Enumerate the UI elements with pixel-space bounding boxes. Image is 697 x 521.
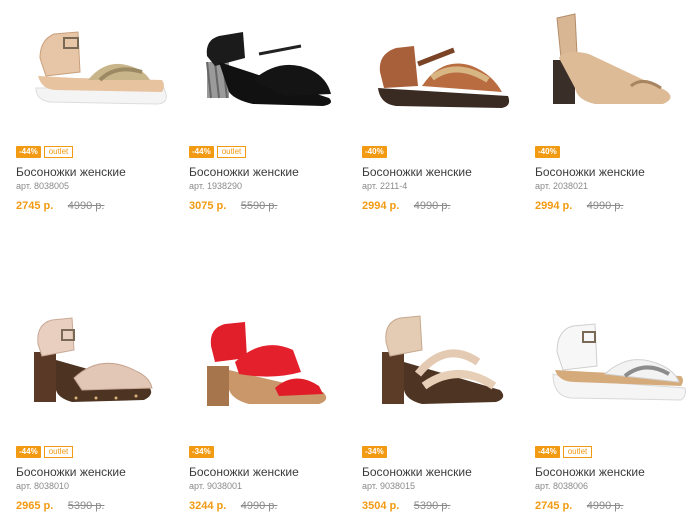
badge-group: -34%	[362, 446, 387, 458]
price-row: 2994 р. 4990 р.	[362, 196, 450, 214]
product-sku: арт. 2038021	[535, 181, 588, 191]
discount-badge: -44%	[16, 146, 41, 158]
discount-badge: -40%	[362, 146, 387, 158]
product-title[interactable]: Босоножки женские	[16, 165, 126, 179]
badge-group: -34%	[189, 446, 214, 458]
old-price: 4990 р.	[67, 200, 105, 212]
product-card[interactable]: -34% Босоножки женские арт. 9038015 3504…	[362, 300, 527, 512]
product-card[interactable]: -44% outlet Босоножки женские арт. 80380…	[16, 300, 181, 512]
old-price: 4990 р.	[240, 500, 278, 512]
outlet-badge: outlet	[43, 446, 74, 458]
current-price: 3075 р.	[189, 200, 227, 212]
badge-group: -44% outlet	[535, 446, 593, 458]
current-price: 3244 р.	[189, 500, 227, 512]
outlet-badge: outlet	[216, 146, 247, 158]
product-sku: арт. 2211-4	[362, 181, 408, 191]
badge-group: -44% outlet	[189, 146, 247, 158]
product-card[interactable]: -44% outlet Босоножки женские арт. 19382…	[189, 0, 354, 212]
current-price: 2994 р.	[362, 200, 400, 212]
price-row: 2965 р. 5390 р.	[16, 496, 104, 514]
product-sku: арт. 1938290	[189, 181, 242, 191]
product-title[interactable]: Босоножки женские	[362, 465, 472, 479]
product-card[interactable]: -40% Босоножки женские арт. 2038021 2994…	[535, 0, 697, 212]
price-row: 2994 р. 4990 р.	[535, 196, 623, 214]
price-row: 2745 р. 4990 р.	[535, 496, 623, 514]
product-card[interactable]: -44% outlet Босоножки женские арт. 80380…	[535, 300, 697, 512]
product-card[interactable]: -44% outlet Босоножки женские арт. 80380…	[16, 0, 181, 212]
product-title[interactable]: Босоножки женские	[535, 165, 645, 179]
product-title[interactable]: Босоножки женские	[362, 165, 472, 179]
product-title[interactable]: Босоножки женские	[189, 165, 299, 179]
product-sku: арт. 9038001	[189, 481, 242, 491]
product-card[interactable]: -40% Босоножки женские арт. 2211-4 2994 …	[362, 0, 527, 212]
current-price: 2965 р.	[16, 500, 54, 512]
discount-badge: -44%	[189, 146, 214, 158]
price-row: 3504 р. 5390 р.	[362, 496, 450, 514]
product-sku: арт. 9038015	[362, 481, 415, 491]
beige-cross-strap-sandal-icon[interactable]	[362, 300, 527, 430]
discount-badge: -44%	[535, 446, 560, 458]
outlet-badge: outlet	[43, 146, 74, 158]
old-price: 4990 р.	[413, 200, 451, 212]
discount-badge: -34%	[189, 446, 214, 458]
red-heel-sandal-icon[interactable]	[189, 300, 354, 430]
beige-wedge-sandal-icon[interactable]	[16, 0, 181, 130]
badge-group: -40%	[535, 146, 560, 158]
old-price: 5590 р.	[240, 200, 278, 212]
discount-badge: -34%	[362, 446, 387, 458]
old-price: 5390 р.	[413, 500, 451, 512]
product-sku: арт. 8038006	[535, 481, 588, 491]
current-price: 2745 р.	[16, 200, 54, 212]
badge-group: -40%	[362, 146, 387, 158]
product-grid: -44% outlet Босоножки женские арт. 80380…	[0, 0, 697, 521]
current-price: 3504 р.	[362, 500, 400, 512]
outlet-badge: outlet	[562, 446, 593, 458]
lace-block-heel-sandal-icon[interactable]	[16, 300, 181, 430]
current-price: 2745 р.	[535, 500, 573, 512]
price-row: 3244 р. 4990 р.	[189, 496, 277, 514]
discount-badge: -44%	[16, 446, 41, 458]
black-heel-sandal-icon[interactable]	[189, 0, 354, 130]
badge-group: -44% outlet	[16, 146, 74, 158]
product-card[interactable]: -34% Босоножки женские арт. 9038001 3244…	[189, 300, 354, 512]
badge-group: -44% outlet	[16, 446, 74, 458]
old-price: 4990 р.	[586, 500, 624, 512]
product-sku: арт. 8038010	[16, 481, 69, 491]
white-wedge-sandal-icon[interactable]	[535, 300, 697, 430]
old-price: 4990 р.	[586, 200, 624, 212]
old-price: 5390 р.	[67, 500, 105, 512]
beige-peeptoe-slingback-icon[interactable]	[535, 0, 697, 130]
product-sku: арт. 8038005	[16, 181, 69, 191]
discount-badge: -40%	[535, 146, 560, 158]
brown-strap-sandal-icon[interactable]	[362, 0, 527, 130]
product-title[interactable]: Босоножки женские	[535, 465, 645, 479]
current-price: 2994 р.	[535, 200, 573, 212]
price-row: 3075 р. 5590 р.	[189, 196, 277, 214]
price-row: 2745 р. 4990 р.	[16, 196, 104, 214]
product-title[interactable]: Босоножки женские	[16, 465, 126, 479]
product-title[interactable]: Босоножки женские	[189, 465, 299, 479]
